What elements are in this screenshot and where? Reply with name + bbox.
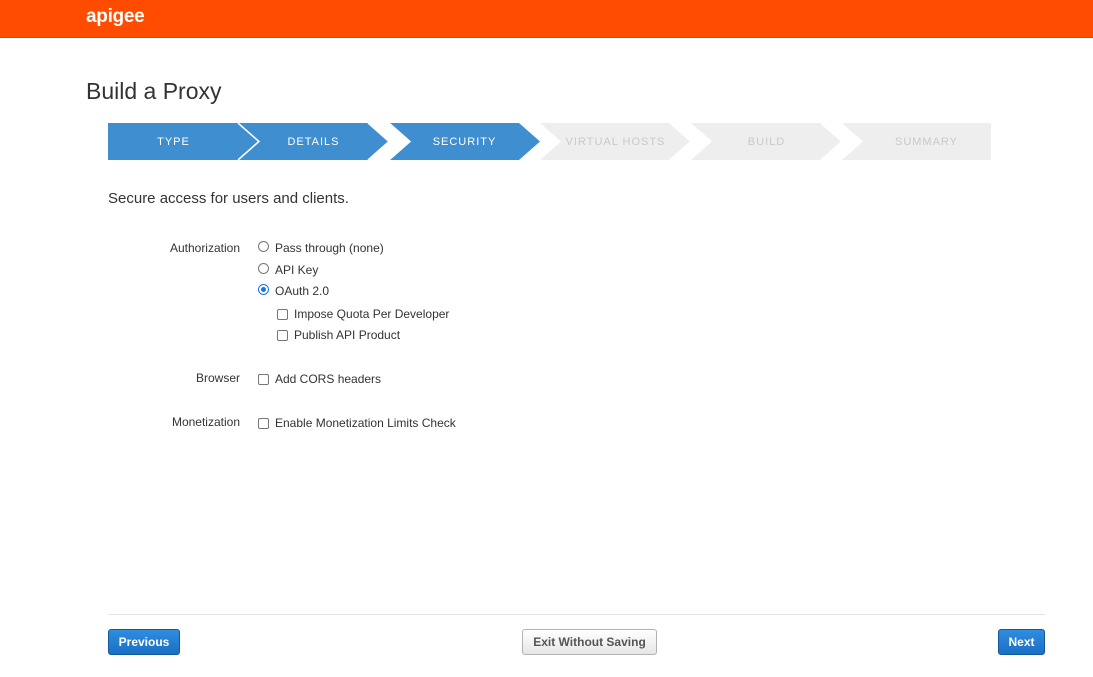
next-button[interactable]: Next — [998, 629, 1045, 655]
checkbox[interactable] — [277, 308, 288, 320]
checkbox-publish-api-product[interactable]: Publish API Product — [277, 328, 400, 342]
checkbox[interactable] — [277, 329, 288, 341]
wizard-step-label: VIRTUAL HOSTS — [565, 135, 666, 148]
wizard-step-label: SECURITY — [432, 135, 497, 148]
previous-button[interactable]: Previous — [108, 629, 180, 655]
checkbox-label: Publish API Product — [294, 328, 401, 342]
wizard-steps: TYPE DETAILS SECURITY VIRTUAL HOSTS BUIL… — [108, 123, 991, 160]
wizard-step-security[interactable]: SECURITY — [389, 123, 540, 160]
monetization-label: Monetization — [171, 415, 240, 429]
wizard-step-build[interactable]: BUILD — [691, 123, 842, 160]
top-bar: apigee — [0, 0, 1093, 38]
wizard-step-summary[interactable]: SUMMARY — [842, 123, 991, 160]
radio-label: Pass through (none) — [275, 241, 384, 255]
authorization-label: Authorization — [169, 241, 240, 255]
checkbox[interactable] — [258, 373, 269, 385]
checkbox-monetization-limits[interactable]: Enable Monetization Limits Check — [258, 416, 456, 430]
wizard-step-label: TYPE — [157, 135, 190, 148]
radio-button-checked[interactable] — [258, 283, 269, 295]
footer-divider — [108, 614, 1045, 615]
radio-pass-through[interactable]: Pass through (none) — [258, 240, 384, 255]
radio-oauth[interactable]: OAuth 2.0 — [258, 283, 330, 298]
wizard-step-label: DETAILS — [287, 135, 340, 148]
checkbox-label: Enable Monetization Limits Check — [275, 416, 456, 430]
wizard-step-type[interactable]: TYPE — [108, 123, 259, 160]
page-subtitle: Secure access for users and clients. — [108, 190, 349, 207]
wizard-step-details[interactable]: DETAILS — [238, 123, 389, 160]
radio-label: OAuth 2.0 — [275, 284, 330, 298]
radio-button[interactable] — [258, 262, 269, 274]
checkbox-label: Add CORS headers — [275, 372, 382, 386]
radio-api-key[interactable]: API Key — [258, 262, 319, 277]
exit-without-saving-button[interactable]: Exit Without Saving — [522, 629, 657, 655]
checkbox-label: Impose Quota Per Developer — [294, 307, 450, 321]
checkbox-add-cors[interactable]: Add CORS headers — [258, 372, 381, 386]
page-title: Build a Proxy — [86, 78, 222, 104]
wizard-step-virtual-hosts[interactable]: VIRTUAL HOSTS — [540, 123, 691, 160]
browser-label: Browser — [195, 371, 240, 385]
checkbox[interactable] — [258, 417, 269, 429]
wizard-step-label: SUMMARY — [894, 135, 959, 148]
radio-button[interactable] — [258, 240, 269, 252]
radio-label: API Key — [275, 263, 319, 277]
apigee-logo[interactable]: apigee — [86, 6, 145, 28]
wizard-step-label: BUILD — [747, 135, 786, 148]
checkbox-impose-quota[interactable]: Impose Quota Per Developer — [277, 307, 449, 321]
